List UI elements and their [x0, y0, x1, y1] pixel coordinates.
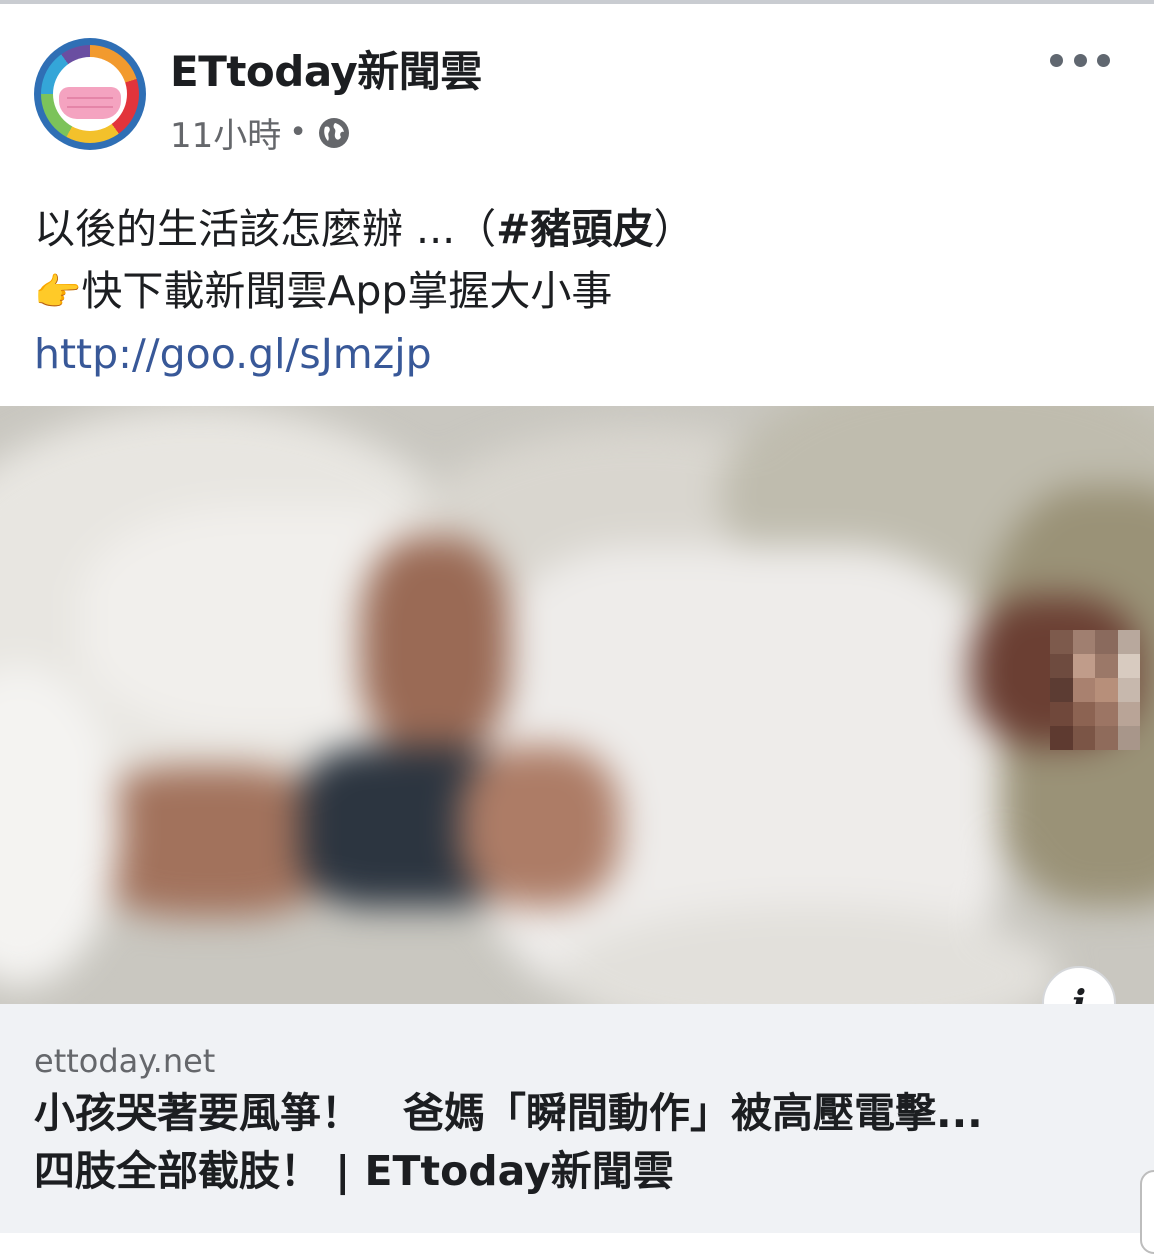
- pixelated-face: [1050, 630, 1140, 750]
- meta-separator: •: [289, 115, 307, 150]
- more-dot: [1050, 53, 1063, 67]
- floating-tab[interactable]: [1140, 1170, 1154, 1254]
- post-text: 以後的生活該怎麼辦 ...（#豬頭皮） 👉快下載新聞雲App掌握大小事 http…: [34, 198, 1124, 385]
- avatar-logo-ring: [41, 45, 139, 143]
- post-text-line-2: 👉快下載新聞雲App掌握大小事: [34, 260, 1124, 323]
- post-text-app: 快下載新聞雲App掌握大小事: [81, 267, 613, 315]
- post-text-prefix: 以後的生活該怎麼辦 ...（: [34, 205, 497, 253]
- link-preview[interactable]: ettoday.net 小孩哭著要風箏！ 爸媽「瞬間動作」被高壓電擊... 四肢…: [0, 1004, 1154, 1233]
- post-text-line-1: 以後的生活該怎麼辦 ...（#豬頭皮）: [34, 198, 1124, 260]
- blurred-photo: [0, 406, 1154, 1004]
- page-name[interactable]: ETtoday新聞雲: [170, 38, 482, 99]
- preview-headline-line-1: 小孩哭著要風箏！ 爸媽「瞬間動作」被高壓電擊...: [34, 1089, 983, 1137]
- post-image[interactable]: [0, 406, 1154, 1004]
- preview-headline[interactable]: 小孩哭著要風箏！ 爸媽「瞬間動作」被高壓電擊... 四肢全部截肢！ | ETto…: [34, 1084, 1124, 1200]
- preview-headline-line-2: 四肢全部截肢！ | ETtoday新聞雲: [34, 1147, 674, 1195]
- face-mask-icon: [59, 87, 121, 119]
- post-text-suffix: ）: [653, 205, 695, 253]
- more-options-icon[interactable]: [1050, 42, 1110, 78]
- more-dot: [1073, 53, 1087, 67]
- pointing-hand-icon: 👉: [34, 270, 82, 314]
- preview-domain: ettoday.net: [34, 1042, 216, 1080]
- post-meta: 11小時 •: [170, 108, 349, 157]
- post-time[interactable]: 11小時: [170, 108, 281, 157]
- globe-icon[interactable]: [318, 117, 349, 148]
- post-link[interactable]: http://goo.gl/sJmzjp: [34, 323, 1124, 385]
- page-avatar[interactable]: [34, 38, 146, 150]
- top-divider: [0, 0, 1154, 4]
- hashtag-link[interactable]: #豬頭皮: [496, 205, 653, 253]
- more-dot: [1097, 53, 1110, 67]
- avatar-inner: [53, 57, 127, 131]
